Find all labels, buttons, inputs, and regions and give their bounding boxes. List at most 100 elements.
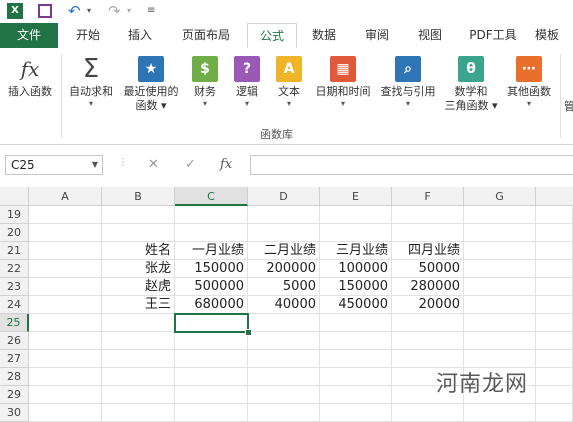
cell-d19[interactable] — [248, 206, 320, 224]
cell-a26[interactable] — [29, 332, 102, 350]
row-header-27[interactable]: 27 — [0, 350, 29, 368]
cell-b26[interactable] — [102, 332, 175, 350]
cell-h29[interactable] — [536, 386, 573, 404]
column-header-d[interactable]: D — [248, 187, 320, 206]
cell-d25[interactable] — [248, 314, 320, 332]
cell-a28[interactable] — [29, 368, 102, 386]
undo-dropdown-icon[interactable]: ▾ — [87, 3, 91, 19]
insert-function-button[interactable]: fx 插入函数 — [2, 56, 58, 99]
cell-d22[interactable]: 200000 — [248, 260, 320, 278]
row-header-25[interactable]: 25 — [0, 314, 29, 332]
name-box[interactable]: C25 ▼ — [5, 155, 103, 175]
cell-b29[interactable] — [102, 386, 175, 404]
cell-g20[interactable] — [464, 224, 536, 242]
cell-c19[interactable] — [175, 206, 248, 224]
cell-a24[interactable] — [29, 296, 102, 314]
name-manager-button-cut[interactable]: 管 — [564, 100, 573, 114]
cell-g21[interactable] — [464, 242, 536, 260]
cell-c21[interactable]: 一月业绩 — [175, 242, 248, 260]
cell-b25[interactable] — [102, 314, 175, 332]
more-functions-button[interactable]: ⋯ 其他函数 ▾ — [502, 56, 556, 109]
row-header-19[interactable]: 19 — [0, 206, 29, 224]
cell-d20[interactable] — [248, 224, 320, 242]
cell-d30[interactable] — [248, 404, 320, 422]
cell-b19[interactable] — [102, 206, 175, 224]
cell-f21[interactable]: 四月业绩 — [392, 242, 464, 260]
cell-e27[interactable] — [320, 350, 392, 368]
cell-b22[interactable]: 张龙 — [102, 260, 175, 278]
cell-h23[interactable] — [536, 278, 573, 296]
cell-d23[interactable]: 5000 — [248, 278, 320, 296]
cell-c30[interactable] — [175, 404, 248, 422]
cell-c27[interactable] — [175, 350, 248, 368]
cell-c26[interactable] — [175, 332, 248, 350]
date-time-button[interactable]: ▦ 日期和时间 ▾ — [310, 56, 376, 109]
text-button[interactable]: A 文本 ▾ — [270, 56, 308, 109]
cell-h20[interactable] — [536, 224, 573, 242]
tab-templates[interactable]: 模板 — [535, 23, 573, 48]
cell-b20[interactable] — [102, 224, 175, 242]
cell-f24[interactable]: 20000 — [392, 296, 464, 314]
row-header-26[interactable]: 26 — [0, 332, 29, 350]
cell-b24[interactable]: 王三 — [102, 296, 175, 314]
tab-home[interactable]: 开始 — [68, 23, 108, 48]
tab-review[interactable]: 审阅 — [357, 23, 397, 48]
row-header-29[interactable]: 29 — [0, 386, 29, 404]
cell-b27[interactable] — [102, 350, 175, 368]
formula-input[interactable] — [250, 155, 573, 175]
cell-b23[interactable]: 赵虎 — [102, 278, 175, 296]
insert-function-fx-icon[interactable]: fx — [220, 157, 232, 172]
cell-e26[interactable] — [320, 332, 392, 350]
cell-g24[interactable] — [464, 296, 536, 314]
cell-f23[interactable]: 280000 — [392, 278, 464, 296]
cell-d29[interactable] — [248, 386, 320, 404]
row-header-22[interactable]: 22 — [0, 260, 29, 278]
cell-c29[interactable] — [175, 386, 248, 404]
cell-f19[interactable] — [392, 206, 464, 224]
column-header-a[interactable]: A — [29, 187, 102, 206]
cell-c24[interactable]: 680000 — [175, 296, 248, 314]
cell-e25[interactable] — [320, 314, 392, 332]
cell-b28[interactable] — [102, 368, 175, 386]
select-all-corner[interactable] — [0, 187, 29, 206]
column-header-c[interactable]: C — [175, 187, 248, 206]
math-trig-button[interactable]: θ 数学和 三角函数 ▾ — [440, 56, 502, 113]
row-header-23[interactable]: 23 — [0, 278, 29, 296]
cell-f25[interactable] — [392, 314, 464, 332]
column-header-e[interactable]: E — [320, 187, 392, 206]
cell-g25[interactable] — [464, 314, 536, 332]
column-header-f[interactable]: F — [392, 187, 464, 206]
cell-d28[interactable] — [248, 368, 320, 386]
tab-insert[interactable]: 插入 — [120, 23, 160, 48]
cell-h25[interactable] — [536, 314, 573, 332]
cell-a19[interactable] — [29, 206, 102, 224]
redo-dropdown-icon[interactable]: ▾ — [127, 3, 131, 19]
fill-handle[interactable] — [245, 329, 252, 336]
cell-f30[interactable] — [392, 404, 464, 422]
cell-f22[interactable]: 50000 — [392, 260, 464, 278]
column-header-b[interactable]: B — [102, 187, 175, 206]
tab-view[interactable]: 视图 — [410, 23, 450, 48]
cell-g26[interactable] — [464, 332, 536, 350]
cell-f26[interactable] — [392, 332, 464, 350]
lookup-reference-button[interactable]: ⌕ 查找与引用 ▾ — [376, 56, 440, 109]
cell-h28[interactable] — [536, 368, 573, 386]
cell-g19[interactable] — [464, 206, 536, 224]
cell-e20[interactable] — [320, 224, 392, 242]
tab-file[interactable]: 文件 — [0, 23, 58, 48]
financial-button[interactable]: $ 财务 ▾ — [186, 56, 224, 109]
cell-g30[interactable] — [464, 404, 536, 422]
tab-data[interactable]: 数据 — [304, 23, 344, 48]
cell-e22[interactable]: 100000 — [320, 260, 392, 278]
cell-g22[interactable] — [464, 260, 536, 278]
autosum-button[interactable]: Σ 自动求和 ▾ — [64, 56, 118, 109]
cell-h27[interactable] — [536, 350, 573, 368]
tab-formulas[interactable]: 公式 — [247, 23, 297, 48]
cell-d26[interactable] — [248, 332, 320, 350]
customize-qat-icon[interactable]: ≡ — [147, 3, 155, 19]
tab-pdf-tools[interactable]: PDF工具 — [463, 23, 523, 48]
column-header-g[interactable]: G — [464, 187, 536, 206]
cell-h26[interactable] — [536, 332, 573, 350]
row-header-21[interactable]: 21 — [0, 242, 29, 260]
cell-c22[interactable]: 150000 — [175, 260, 248, 278]
